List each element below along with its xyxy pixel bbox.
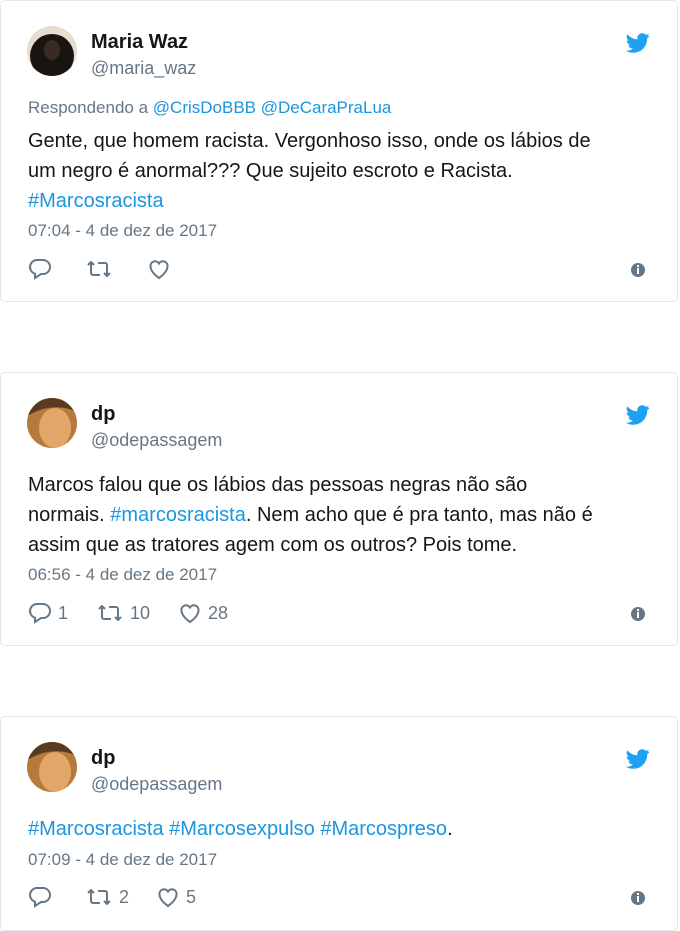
tweet-text: Marcos falou que os lábios das pessoas n… (28, 470, 647, 560)
tweet-text-line: Gente, que homem racista. Vergonhoso iss… (28, 130, 591, 152)
reply-context: Respondendo a @CrisDoBBB @DeCaraPraLua (28, 98, 391, 118)
heart-icon (147, 257, 171, 281)
reply-count: 1 (58, 602, 69, 623)
tweet-text: Gente, que homem racista. Vergonhoso iss… (28, 126, 647, 216)
tweet-text-line: um negro é anormal??? Que sujeito escrot… (28, 160, 513, 182)
retweet-icon (85, 885, 113, 909)
info-icon[interactable] (631, 263, 645, 277)
hashtag-link[interactable]: #Marcosracista (28, 186, 647, 216)
display-name[interactable]: dp (91, 403, 115, 426)
tweet-text-line: #Marcosracista #Marcosexpulso #Marcospre… (28, 814, 647, 844)
heart-icon (178, 601, 202, 625)
tweet-card[interactable]: Maria Waz @maria_waz Respondendo a @Cris… (0, 0, 678, 302)
tweet-text: #Marcosracista #Marcosexpulso #Marcospre… (28, 814, 647, 844)
retweet-button[interactable] (85, 257, 113, 281)
like-button[interactable]: 28 (178, 601, 228, 625)
display-name[interactable]: dp (91, 747, 115, 770)
like-button[interactable] (147, 257, 171, 281)
hashtag-link[interactable]: #marcosracista (110, 504, 246, 526)
tweet-text-line: normais. #marcosracista. Nem acho que é … (28, 500, 647, 530)
twitter-bird-icon[interactable] (626, 31, 650, 55)
retweet-count: 10 (130, 602, 151, 623)
reply-icon (28, 601, 52, 625)
display-name[interactable]: Maria Waz (91, 31, 188, 54)
heart-icon (156, 885, 180, 909)
reply-icon (28, 257, 52, 281)
tweet-text-segment: . Nem acho que é pra tanto, mas não é (245, 504, 593, 526)
avatar[interactable] (27, 742, 77, 792)
reply-users-link[interactable]: @CrisDoBBB @DeCaraPraLua (153, 98, 392, 117)
tweet-timestamp[interactable]: 07:04 - 4 de dez de 2017 (28, 221, 217, 241)
like-button[interactable]: 5 (156, 885, 196, 909)
retweet-button[interactable]: 2 (85, 885, 129, 909)
reply-prefix: Respondendo a (28, 98, 149, 117)
tweet-card[interactable]: dp @odepassagem #Marcosracista #Marcosex… (0, 716, 678, 931)
retweet-icon (85, 257, 113, 281)
avatar[interactable] (27, 398, 77, 448)
twitter-bird-icon[interactable] (626, 747, 650, 771)
twitter-bird-icon[interactable] (626, 403, 650, 427)
tweet-text-segment: . (447, 818, 453, 840)
user-handle[interactable]: @odepassagem (91, 430, 222, 451)
retweet-count: 2 (119, 886, 130, 907)
tweet-text-line: Marcos falou que os lábios das pessoas n… (28, 474, 528, 496)
like-count: 28 (208, 602, 229, 623)
retweet-button[interactable]: 10 (96, 601, 150, 625)
tweet-text-segment: normais. (28, 504, 111, 526)
info-icon[interactable] (631, 607, 645, 621)
reply-button[interactable] (28, 885, 52, 909)
like-count: 5 (186, 886, 197, 907)
user-handle[interactable]: @odepassagem (91, 774, 222, 795)
avatar[interactable] (27, 26, 77, 76)
user-handle[interactable]: @maria_waz (91, 58, 196, 79)
hashtag-links[interactable]: #Marcosracista #Marcosexpulso #Marcospre… (28, 818, 447, 840)
info-icon[interactable] (631, 891, 645, 905)
retweet-icon (96, 601, 124, 625)
reply-icon (28, 885, 52, 909)
tweet-text-line: assim que as tratores agem com os outros… (28, 534, 518, 556)
reply-button[interactable]: 1 (28, 601, 68, 625)
reply-button[interactable] (28, 257, 52, 281)
tweet-timestamp[interactable]: 07:09 - 4 de dez de 2017 (28, 850, 217, 870)
tweet-card[interactable]: dp @odepassagem Marcos falou que os lábi… (0, 372, 678, 646)
tweet-timestamp[interactable]: 06:56 - 4 de dez de 2017 (28, 565, 217, 585)
